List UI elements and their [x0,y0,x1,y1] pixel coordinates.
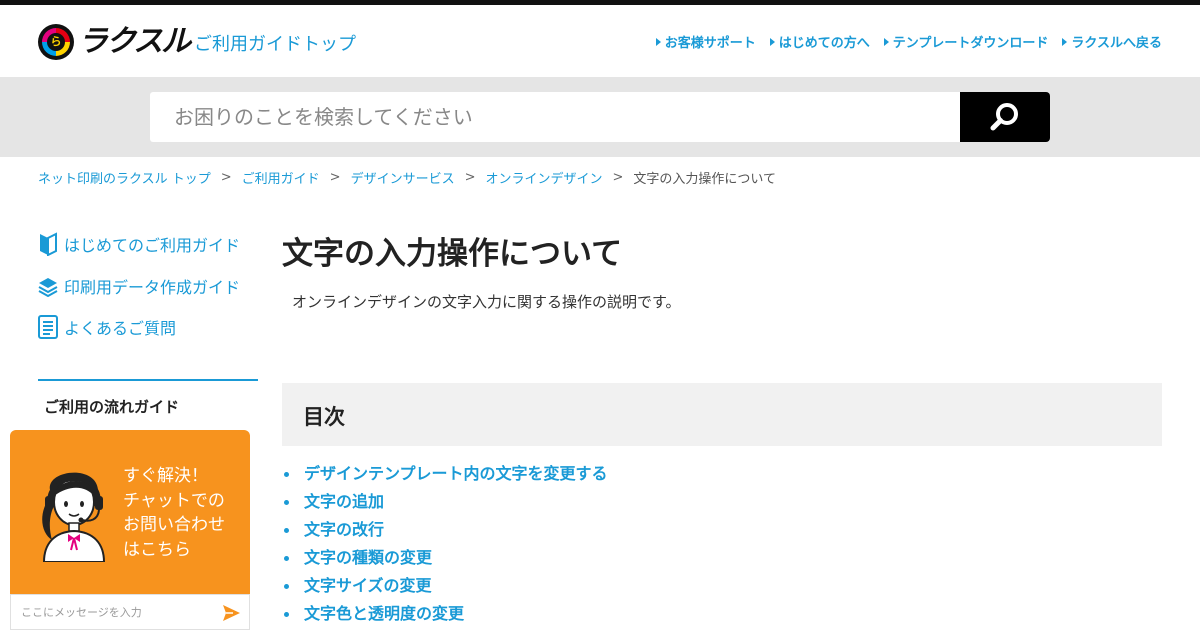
breadcrumb-separator: > [220,170,232,185]
breadcrumb-current: 文字の入力操作について [633,172,777,187]
chat-widget: すぐ解決！ チャットでの お問い合わせ はこちら [10,430,250,630]
search-icon [990,103,1018,131]
toc-title: 目次 [303,405,345,429]
raksul-logo[interactable]: ら ラクスル [38,22,191,62]
toc-item: 文字の改行 [282,516,608,544]
toc-link-color-opacity[interactable]: 文字色と透明度の変更 [304,604,464,623]
sidebar-divider [38,379,258,381]
sidebar-link-beginner-guide[interactable]: はじめてのご利用ガイド [38,232,240,256]
toc-item: 文字サイズの変更 [282,572,608,600]
breadcrumb-link-guide[interactable]: ご利用ガイド [242,168,320,187]
toc-link-add-text[interactable]: 文字の追加 [304,492,384,511]
breadcrumb: ネット印刷のラクスル トップ > ご利用ガイド > デザインサービス > オンラ… [38,168,776,187]
toc-link-line-break[interactable]: 文字の改行 [304,520,384,539]
triangle-right-icon [769,37,775,46]
send-icon[interactable] [221,603,241,623]
operator-avatar-icon [42,472,106,562]
logo-mark-icon: ら [38,24,74,60]
toc-item: 文字色と透明度の変更 [282,600,608,628]
logo-text: ラクスル [78,24,191,59]
nav-link-template-download[interactable]: テンプレートダウンロード [883,32,1048,51]
breadcrumb-separator: > [612,170,624,185]
beginner-mark-icon [40,232,57,256]
breadcrumb-link-online-design[interactable]: オンラインデザイン [486,168,603,187]
chat-banner[interactable]: すぐ解決！ チャットでの お問い合わせ はこちら [10,430,250,594]
breadcrumb-link-design-service[interactable]: デザインサービス [351,168,455,187]
chat-prompt-text: すぐ解決！ チャットでの お問い合わせ はこちら [123,466,225,560]
chat-message-input[interactable] [19,600,209,624]
nav-link-support[interactable]: お客様サポート [655,32,756,51]
faq-document-icon [38,315,58,339]
toc-item: デザインテンプレート内の文字を変更する [282,460,608,488]
breadcrumb-separator: > [329,170,341,185]
header-nav: お客様サポート はじめての方へ テンプレートダウンロード ラクスルへ戻る [655,32,1162,51]
site-header: ら ラクスル ご利用ガイドトップ お客様サポート はじめての方へ テンプレートダ… [0,5,1200,77]
toc-header: 目次 [282,383,1162,446]
nav-link-back-to-raksul[interactable]: ラクスルへ戻る [1062,32,1162,51]
breadcrumb-separator: > [464,170,476,185]
toc-link-font-size[interactable]: 文字サイズの変更 [304,576,432,595]
search-input[interactable] [150,92,960,142]
sidebar-section-heading[interactable]: ご利用の流れガイド [44,396,179,417]
search-button[interactable] [960,92,1050,142]
triangle-right-icon [1062,37,1068,46]
page-description: オンラインデザインの文字入力に関する操作の説明です。 [292,293,681,311]
stack-icon [38,278,58,297]
toc-link-font-type[interactable]: 文字の種類の変更 [304,548,432,567]
search-band [0,77,1200,157]
toc-list: デザインテンプレート内の文字を変更する 文字の追加 文字の改行 文字の種類の変更… [282,460,608,628]
nav-link-beginners[interactable]: はじめての方へ [769,32,870,51]
toc-item: 文字の種類の変更 [282,544,608,572]
breadcrumb-link-raksul-top[interactable]: ネット印刷のラクスル トップ [38,168,211,187]
toc-item: 文字の追加 [282,488,608,516]
sidebar-link-faq[interactable]: よくあるご質問 [38,315,176,339]
guide-top-link[interactable]: ご利用ガイドトップ [194,30,356,56]
page-title: 文字の入力操作について [282,236,623,272]
chat-input-row [10,594,250,630]
triangle-right-icon [655,37,661,46]
sidebar-link-data-guide[interactable]: 印刷用データ作成ガイド [38,274,240,298]
triangle-right-icon [883,37,889,46]
toc-link-change-template-text[interactable]: デザインテンプレート内の文字を変更する [304,464,608,483]
